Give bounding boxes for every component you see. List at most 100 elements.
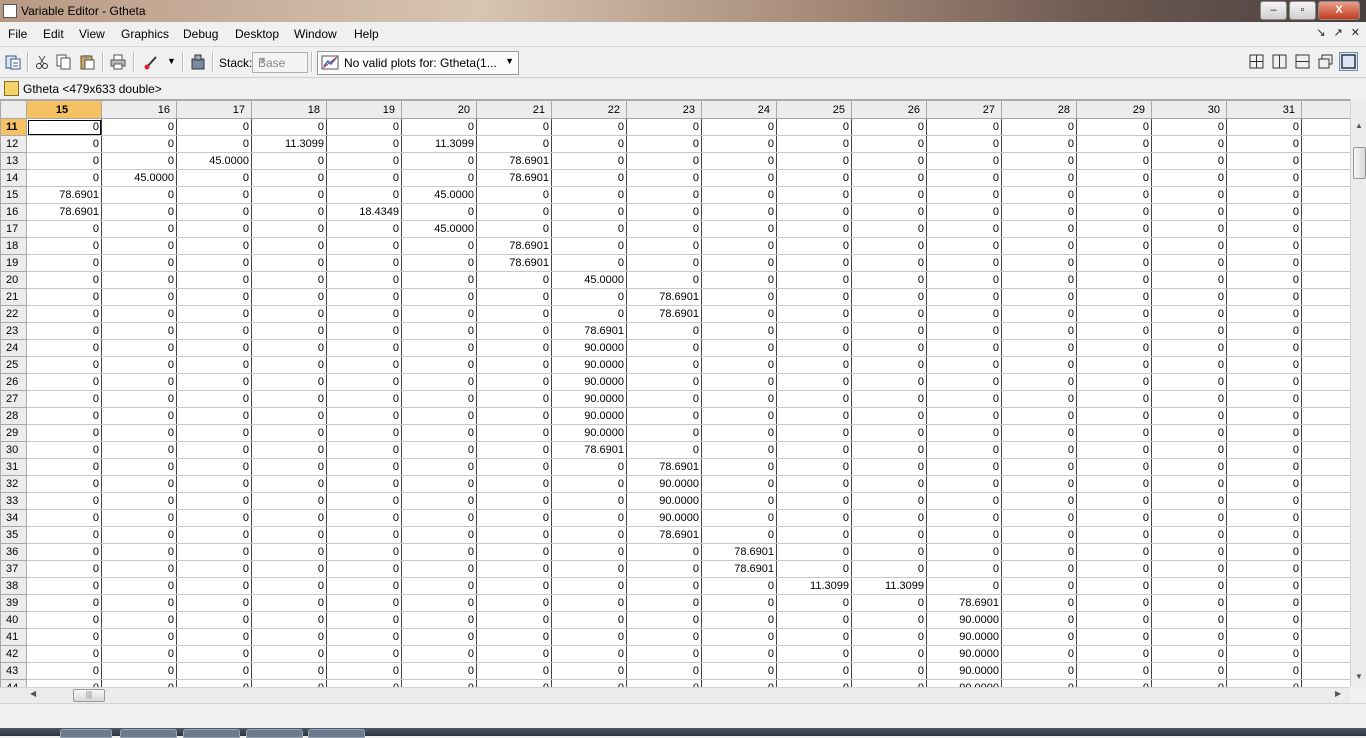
grid-cell[interactable]: 0 bbox=[176, 203, 252, 221]
grid-cell[interactable]: 11.3099 bbox=[776, 577, 852, 595]
grid-cell[interactable]: 0 bbox=[1226, 288, 1302, 306]
vertical-scroll-thumb[interactable] bbox=[1353, 147, 1366, 179]
grid-cell[interactable]: 0 bbox=[701, 118, 777, 136]
grid-cell[interactable]: 0 bbox=[701, 390, 777, 408]
grid-cell[interactable]: 0 bbox=[1151, 356, 1227, 374]
grid-cell[interactable]: 0 bbox=[476, 543, 552, 561]
grid-cell[interactable]: 0 bbox=[1151, 526, 1227, 544]
grid-cell[interactable]: 0 bbox=[1226, 560, 1302, 578]
grid-cell[interactable]: 0 bbox=[1151, 424, 1227, 442]
grid-cell[interactable]: 0 bbox=[476, 679, 552, 687]
grid-cell[interactable]: 0 bbox=[326, 390, 402, 408]
grid-cell[interactable]: 90.0000 bbox=[926, 645, 1002, 663]
column-header[interactable]: 15 bbox=[26, 100, 102, 119]
dock-icon[interactable]: ↗ bbox=[1334, 26, 1343, 39]
grid-cell[interactable]: 0 bbox=[251, 237, 327, 255]
grid-cell[interactable]: 0 bbox=[1076, 288, 1152, 306]
grid-cell[interactable]: 0 bbox=[851, 424, 927, 442]
grid-cell[interactable]: 0 bbox=[1151, 237, 1227, 255]
grid-cell[interactable]: 0 bbox=[401, 288, 477, 306]
print-icon[interactable] bbox=[110, 54, 126, 70]
grid-cell[interactable]: 0 bbox=[926, 492, 1002, 510]
grid-cell[interactable]: 0 bbox=[101, 475, 177, 493]
grid-cell[interactable]: 0 bbox=[176, 475, 252, 493]
column-header[interactable]: 30 bbox=[1151, 100, 1227, 119]
grid-cell[interactable]: 0 bbox=[851, 441, 927, 459]
column-header[interactable]: 23 bbox=[626, 100, 702, 119]
grid-cell[interactable]: 0 bbox=[1076, 356, 1152, 374]
grid-cell[interactable]: 0 bbox=[26, 594, 102, 612]
grid-cell[interactable]: 78.6901 bbox=[551, 441, 627, 459]
grid-cell[interactable]: 0 bbox=[1151, 543, 1227, 561]
grid-cell[interactable]: 90.0000 bbox=[551, 390, 627, 408]
grid-cell[interactable]: 0 bbox=[1076, 254, 1152, 272]
grid-cell[interactable]: 0 bbox=[401, 322, 477, 340]
grid-cell[interactable]: 0 bbox=[1151, 509, 1227, 527]
grid-cell[interactable]: 0 bbox=[26, 152, 102, 170]
grid-cell[interactable]: 0 bbox=[776, 373, 852, 391]
grid-cell[interactable]: 0 bbox=[26, 662, 102, 680]
grid-cell[interactable]: 0 bbox=[701, 628, 777, 646]
grid-cell[interactable]: 0 bbox=[476, 526, 552, 544]
row-header[interactable]: 20 bbox=[0, 271, 27, 289]
grid-cell[interactable]: 0 bbox=[851, 543, 927, 561]
grid-cell[interactable]: 0 bbox=[776, 645, 852, 663]
grid-cell[interactable]: 0 bbox=[1076, 628, 1152, 646]
grid-cell[interactable]: 0 bbox=[551, 288, 627, 306]
scroll-left-arrow-icon[interactable]: ◀ bbox=[30, 689, 36, 698]
row-header[interactable]: 27 bbox=[0, 390, 27, 408]
grid-cell[interactable]: 0 bbox=[851, 458, 927, 476]
grid-cell[interactable]: 0 bbox=[1226, 407, 1302, 425]
grid-cell[interactable]: 0 bbox=[701, 373, 777, 391]
grid-cell[interactable]: 0 bbox=[251, 407, 327, 425]
grid-cell[interactable]: 11.3099 bbox=[851, 577, 927, 595]
grid-cell[interactable]: 0 bbox=[1226, 135, 1302, 153]
grid-cell[interactable]: 0 bbox=[26, 577, 102, 595]
grid-cell[interactable]: 0 bbox=[1151, 254, 1227, 272]
grid-cell[interactable]: 0 bbox=[926, 475, 1002, 493]
grid-cell[interactable]: 0 bbox=[626, 169, 702, 187]
grid-cell[interactable]: 90.0000 bbox=[551, 356, 627, 374]
grid-cell[interactable]: 0 bbox=[1076, 594, 1152, 612]
grid-cell[interactable]: 0 bbox=[476, 560, 552, 578]
grid-cell[interactable]: 0 bbox=[476, 407, 552, 425]
grid-cell[interactable]: 0 bbox=[701, 169, 777, 187]
grid-cell[interactable]: 78.6901 bbox=[701, 560, 777, 578]
grid-cell[interactable]: 0 bbox=[1001, 322, 1077, 340]
grid-cell[interactable]: 0 bbox=[626, 237, 702, 255]
grid-cell[interactable]: 0 bbox=[326, 458, 402, 476]
grid-cell[interactable]: 0 bbox=[176, 305, 252, 323]
menu-desktop[interactable]: Desktop bbox=[235, 27, 279, 41]
grid-cell[interactable]: 0 bbox=[776, 560, 852, 578]
grid-cell[interactable]: 78.6901 bbox=[701, 543, 777, 561]
grid-cell[interactable]: 0 bbox=[551, 645, 627, 663]
grid-cell[interactable]: 0 bbox=[1226, 271, 1302, 289]
grid-cell[interactable]: 0 bbox=[176, 288, 252, 306]
grid-cell[interactable]: 0 bbox=[26, 560, 102, 578]
row-header[interactable]: 11 bbox=[0, 118, 27, 136]
grid-cell[interactable]: 0 bbox=[1001, 560, 1077, 578]
row-header[interactable]: 37 bbox=[0, 560, 27, 578]
grid-cell[interactable]: 0 bbox=[776, 492, 852, 510]
grid-cell[interactable]: 0 bbox=[1226, 645, 1302, 663]
grid-cell[interactable]: 0 bbox=[476, 628, 552, 646]
grid-cell[interactable]: 0 bbox=[776, 152, 852, 170]
grid-cell[interactable]: 0 bbox=[401, 237, 477, 255]
grid-cell[interactable]: 0 bbox=[1151, 169, 1227, 187]
grid-cell[interactable]: 0 bbox=[401, 407, 477, 425]
grid-cell[interactable] bbox=[1301, 339, 1350, 357]
grid-cell[interactable]: 0 bbox=[326, 169, 402, 187]
grid-cell[interactable]: 0 bbox=[1076, 339, 1152, 357]
grid-cell[interactable]: 0 bbox=[1001, 288, 1077, 306]
grid-cell[interactable]: 0 bbox=[626, 424, 702, 442]
grid-cell[interactable]: 78.6901 bbox=[476, 237, 552, 255]
row-header[interactable]: 23 bbox=[0, 322, 27, 340]
grid-cell[interactable]: 0 bbox=[176, 492, 252, 510]
grid-cell[interactable]: 0 bbox=[401, 441, 477, 459]
grid-cell[interactable]: 0 bbox=[476, 288, 552, 306]
grid-cell[interactable]: 0 bbox=[701, 186, 777, 204]
grid-cell[interactable]: 0 bbox=[1226, 441, 1302, 459]
grid-cell[interactable]: 0 bbox=[851, 186, 927, 204]
grid-cell[interactable]: 0 bbox=[776, 441, 852, 459]
grid-cell[interactable]: 0 bbox=[101, 611, 177, 629]
